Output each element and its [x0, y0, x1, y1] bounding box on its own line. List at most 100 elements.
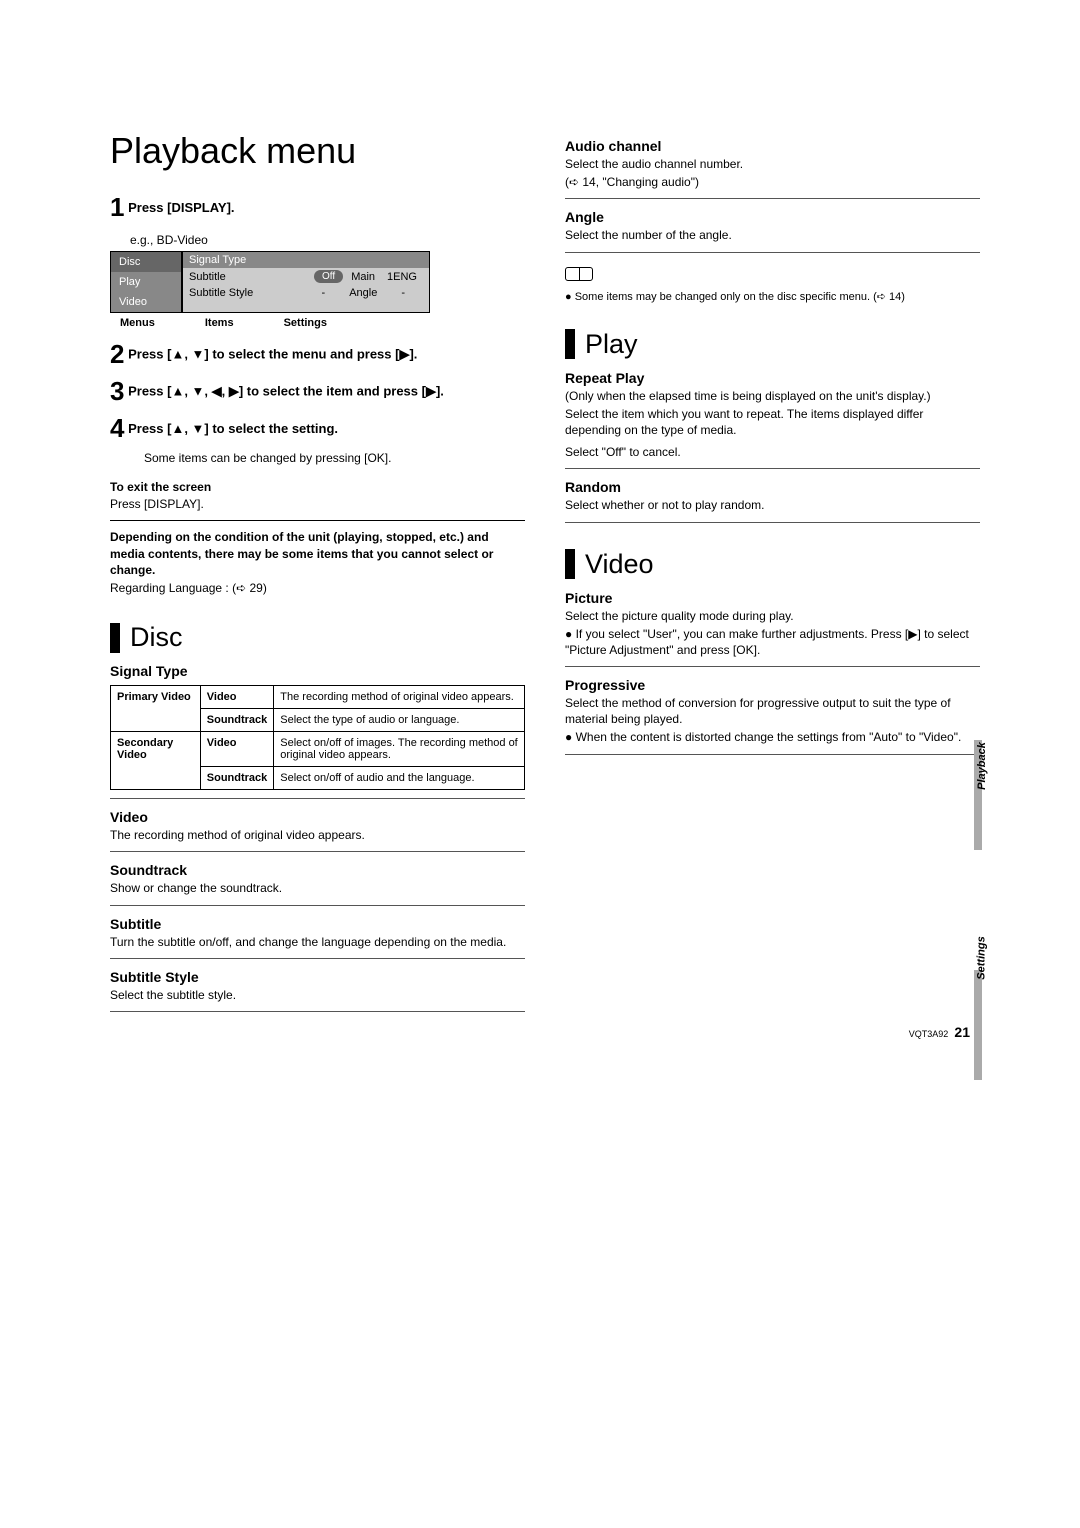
- menu-row-signal: Signal Type: [183, 252, 429, 268]
- cell: Select on/off of audio and the language.: [274, 767, 525, 790]
- table-row: Secondary Video Video Select on/off of i…: [111, 732, 525, 767]
- side-tab-playback: Playback: [976, 742, 988, 790]
- video-body: The recording method of original video a…: [110, 827, 525, 843]
- divider: [565, 754, 980, 755]
- step-text: Press [DISPLAY].: [128, 200, 234, 215]
- subtitle-style-heading: Subtitle Style: [110, 969, 525, 985]
- section-marker-icon: [110, 623, 120, 653]
- video-heading: Video: [110, 809, 525, 825]
- cell: Soundtrack: [200, 767, 274, 790]
- page-title: Playback menu: [110, 130, 525, 172]
- section-marker-icon: [565, 549, 575, 579]
- onscreen-menu-illustration: Disc Play Video Signal Type Subtitle Off…: [110, 251, 430, 313]
- step-4-note: Some items can be changed by pressing [O…: [144, 450, 525, 466]
- audio-channel-body: Select the audio channel number.: [565, 156, 980, 172]
- menu-tab-disc: Disc: [111, 252, 181, 272]
- menu-row-subtitle: Subtitle Off Main 1ENG: [183, 268, 429, 285]
- picture-body: Select the picture quality mode during p…: [565, 608, 980, 624]
- section-title: Disc: [130, 622, 183, 653]
- menu-tab-play: Play: [111, 272, 181, 292]
- divider: [110, 798, 525, 799]
- exit-body: Press [DISPLAY].: [110, 496, 525, 512]
- legend-menus: Menus: [120, 317, 155, 329]
- page-number: 21: [954, 1024, 970, 1040]
- cell: Video: [200, 686, 274, 709]
- cell: Secondary Video: [111, 732, 201, 790]
- picture-heading: Picture: [565, 590, 980, 606]
- divider: [565, 666, 980, 667]
- signal-type-table: Primary Video Video The recording method…: [110, 685, 525, 790]
- subtitle-style-body: Select the subtitle style.: [110, 987, 525, 1003]
- doc-id: VQT3A92: [909, 1029, 949, 1039]
- note-icon: [565, 267, 593, 281]
- repeat-play-cancel: Select "Off" to cancel.: [565, 444, 980, 460]
- audio-channel-heading: Audio channel: [565, 138, 980, 154]
- step-number: 1: [110, 192, 124, 223]
- section-title: Video: [585, 549, 654, 580]
- divider: [110, 520, 525, 521]
- section-marker-icon: [565, 329, 575, 359]
- audio-channel-ref: (➪ 14, "Changing audio"): [565, 174, 980, 190]
- cell: Primary Video: [111, 686, 201, 732]
- soundtrack-body: Show or change the soundtrack.: [110, 880, 525, 896]
- section-video: Video: [565, 549, 980, 580]
- cell: Video: [200, 732, 274, 767]
- cell: The recording method of original video a…: [274, 686, 525, 709]
- signal-type-heading: Signal Type: [110, 663, 525, 679]
- legend-items: Items: [205, 317, 234, 329]
- divider: [565, 522, 980, 523]
- menu-left-col: Disc Play Video: [110, 251, 182, 313]
- section-title: Play: [585, 329, 638, 360]
- exit-heading: To exit the screen: [110, 480, 525, 494]
- menu-row-subtitle-style: Subtitle Style - Angle -: [183, 285, 429, 301]
- example-label: e.g., BD-Video: [130, 233, 525, 247]
- subtitle-heading: Subtitle: [110, 916, 525, 932]
- note-bullet: ● Some items may be changed only on the …: [565, 290, 980, 303]
- table-row: Primary Video Video The recording method…: [111, 686, 525, 709]
- cell: Soundtrack: [200, 709, 274, 732]
- step-1: 1 Press [DISPLAY].: [110, 192, 525, 223]
- step-number: 3: [110, 376, 124, 407]
- step-text: Press [▲, ▼] to select the setting.: [128, 421, 338, 436]
- subtitle-body: Turn the subtitle on/off, and change the…: [110, 934, 525, 950]
- repeat-play-heading: Repeat Play: [565, 370, 980, 386]
- angle-body: Select the number of the angle.: [565, 227, 980, 243]
- progressive-bullet: ● When the content is distorted change t…: [565, 729, 980, 745]
- page-footer: VQT3A92 21: [909, 1024, 970, 1040]
- random-heading: Random: [565, 479, 980, 495]
- divider: [110, 905, 525, 906]
- step-3: 3 Press [▲, ▼, ◀, ▶] to select the item …: [110, 376, 525, 407]
- divider: [110, 1011, 525, 1012]
- legend-settings: Settings: [284, 317, 327, 329]
- menu-right-col: Signal Type Subtitle Off Main 1ENG Subti…: [182, 251, 430, 313]
- angle-heading: Angle: [565, 209, 980, 225]
- repeat-play-body: (Only when the elapsed time is being dis…: [565, 388, 980, 404]
- step-text: Press [▲, ▼, ◀, ▶] to select the item an…: [128, 384, 444, 399]
- cell: Select on/off of images. The recording m…: [274, 732, 525, 767]
- side-tab-bar: [974, 970, 982, 1080]
- section-play: Play: [565, 329, 980, 360]
- section-disc: Disc: [110, 622, 525, 653]
- step-text: Press [▲, ▼] to select the menu and pres…: [128, 347, 417, 362]
- divider: [565, 198, 980, 199]
- menu-legend: Menus Items Settings: [120, 317, 525, 329]
- language-ref: Regarding Language : (➪ 29): [110, 580, 525, 596]
- progressive-body: Select the method of conversion for prog…: [565, 695, 980, 727]
- repeat-play-body2: Select the item which you want to repeat…: [565, 406, 980, 438]
- condition-note: Depending on the condition of the unit (…: [110, 529, 525, 578]
- cell: Select the type of audio or language.: [274, 709, 525, 732]
- step-4: 4 Press [▲, ▼] to select the setting.: [110, 413, 525, 444]
- step-number: 4: [110, 413, 124, 444]
- divider: [565, 252, 980, 253]
- step-2: 2 Press [▲, ▼] to select the menu and pr…: [110, 339, 525, 370]
- soundtrack-heading: Soundtrack: [110, 862, 525, 878]
- divider: [565, 468, 980, 469]
- side-tab-settings: Settings: [976, 936, 988, 979]
- divider: [110, 958, 525, 959]
- menu-tab-video: Video: [111, 292, 181, 312]
- divider: [110, 851, 525, 852]
- picture-bullet: ● If you select "User", you can make fur…: [565, 626, 980, 658]
- random-body: Select whether or not to play random.: [565, 497, 980, 513]
- step-number: 2: [110, 339, 124, 370]
- progressive-heading: Progressive: [565, 677, 980, 693]
